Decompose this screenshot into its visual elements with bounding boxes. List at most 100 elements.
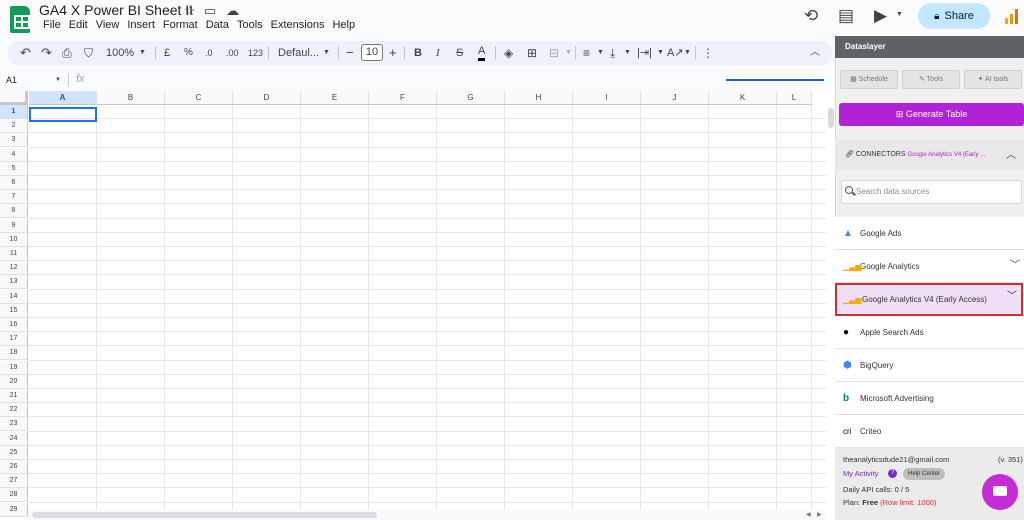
font-size-input[interactable]: 10 xyxy=(361,44,383,61)
menu-help[interactable]: Help xyxy=(328,19,359,31)
zoom-select[interactable]: 100% xyxy=(106,44,134,62)
sheets-logo-icon[interactable] xyxy=(10,6,30,33)
connector-microsoft-advertising[interactable]: b Microsoft Advertising xyxy=(835,382,1024,415)
row-header-28[interactable]: 28 xyxy=(0,488,28,503)
connectors-header[interactable]: 🔗︎ CONNECTORS Google Analytics V4 (Early… xyxy=(835,140,1024,170)
row-header-17[interactable]: 17 xyxy=(0,332,28,347)
print-icon[interactable]: ⎙ xyxy=(62,44,72,62)
row-header-22[interactable]: 22 xyxy=(0,403,28,418)
spreadsheet-grid[interactable] xyxy=(0,91,835,520)
increase-font-size-button[interactable]: + xyxy=(389,44,397,62)
chevron-down-icon[interactable]: ﹀ xyxy=(1010,249,1020,282)
row-header-13[interactable]: 13 xyxy=(0,275,28,290)
redo-icon[interactable]: ↷ xyxy=(41,44,52,62)
decrease-decimal-button[interactable]: .0 xyxy=(205,44,213,62)
number-format-button[interactable]: 123 xyxy=(248,44,263,62)
menu-view[interactable]: View xyxy=(92,19,124,31)
text-color-button[interactable]: A xyxy=(478,44,486,61)
meet-dropdown-icon[interactable]: ▼ xyxy=(896,11,903,18)
menu-format[interactable]: Format xyxy=(159,19,202,31)
menu-file[interactable]: File xyxy=(39,19,65,31)
connector-bigquery[interactable]: ⬢ BigQuery xyxy=(835,349,1024,382)
select-all-corner[interactable] xyxy=(0,91,28,105)
column-header-c[interactable]: C xyxy=(165,91,233,105)
row-header-1[interactable]: 1 xyxy=(0,105,28,119)
tab-tools[interactable]: ✎ Tools xyxy=(902,70,960,89)
cloud-status-icon[interactable]: ☁ xyxy=(226,3,239,19)
menu-data[interactable]: Data xyxy=(202,19,233,31)
fill-color-icon[interactable]: ◈ xyxy=(504,44,513,62)
row-header-11[interactable]: 11 xyxy=(0,247,28,261)
comments-icon[interactable]: ▤ xyxy=(838,6,854,26)
row-header-9[interactable]: 9 xyxy=(0,218,28,233)
row-header-2[interactable]: 2 xyxy=(0,119,28,134)
row-header-3[interactable]: 3 xyxy=(0,133,28,148)
row-header-20[interactable]: 20 xyxy=(0,374,28,389)
column-header-j[interactable]: J xyxy=(641,91,709,105)
tab-schedule[interactable]: ▦ Schedule xyxy=(840,70,898,89)
connector-apple-search-ads[interactable]: ● Apple Search Ads xyxy=(835,316,1024,349)
row-header-25[interactable]: 25 xyxy=(0,445,28,460)
star-icon[interactable]: ☆ xyxy=(184,3,196,19)
strikethrough-button[interactable]: S xyxy=(456,44,463,62)
text-rotation-icon[interactable]: A↗ xyxy=(667,44,684,62)
generate-table-button[interactable]: ⊞ Generate Table xyxy=(839,103,1024,126)
row-header-21[interactable]: 21 xyxy=(0,389,28,403)
column-header-f[interactable]: F xyxy=(369,91,437,105)
menu-tools[interactable]: Tools xyxy=(233,19,267,31)
formula-input[interactable] xyxy=(92,72,722,88)
row-header-4[interactable]: 4 xyxy=(0,147,28,162)
row-header-8[interactable]: 8 xyxy=(0,204,28,219)
horizontal-align-dropdown-icon[interactable]: ▼ xyxy=(597,44,604,62)
menu-insert[interactable]: Insert xyxy=(123,19,159,31)
merge-cells-icon[interactable]: ⊟ xyxy=(549,44,559,62)
connector-criteo[interactable]: cri Criteo xyxy=(835,415,1024,448)
help-icon[interactable]: ? xyxy=(888,469,897,478)
column-header-k[interactable]: K xyxy=(709,91,777,105)
connector-google-analytics-v4[interactable]: ▁▃▅ Google Analytics V4 (Early Access) ﹀ xyxy=(835,283,1023,316)
cell-reference-dropdown-icon[interactable]: ▼ xyxy=(55,77,61,83)
text-rotation-dropdown-icon[interactable]: ▼ xyxy=(684,44,691,62)
row-header-12[interactable]: 12 xyxy=(0,261,28,276)
chevron-down-icon[interactable]: ﹀ xyxy=(1007,282,1017,311)
percent-format-button[interactable]: % xyxy=(184,44,193,62)
more-options-icon[interactable]: ⋮ xyxy=(702,44,714,62)
row-header-24[interactable]: 24 xyxy=(0,431,28,446)
chevron-up-icon[interactable]: ︿ xyxy=(1006,146,1016,161)
row-header-7[interactable]: 7 xyxy=(0,190,28,205)
zoom-dropdown-icon[interactable]: ▼ xyxy=(139,44,146,62)
undo-icon[interactable]: ↶ xyxy=(20,44,31,62)
chat-bubble-icon[interactable] xyxy=(982,474,1018,510)
collapse-toolbar-icon[interactable]: ︿ xyxy=(810,44,820,62)
row-header-27[interactable]: 27 xyxy=(0,474,28,489)
row-header-23[interactable]: 23 xyxy=(0,417,28,432)
row-header-19[interactable]: 19 xyxy=(0,360,28,375)
currency-format-button[interactable]: £ xyxy=(164,44,170,62)
borders-icon[interactable]: ⊞ xyxy=(527,44,537,62)
tab-ai-tools[interactable]: ✦ AI tools xyxy=(964,70,1022,89)
paint-format-icon[interactable]: ⛉ xyxy=(84,44,93,62)
search-input[interactable]: Search data sources xyxy=(841,180,1022,204)
column-header-g[interactable]: G xyxy=(437,91,505,105)
row-header-6[interactable]: 6 xyxy=(0,176,28,190)
column-header-a[interactable]: A xyxy=(29,91,97,105)
column-header-l[interactable]: L xyxy=(777,91,812,105)
menu-extensions[interactable]: Extensions xyxy=(267,19,329,31)
vertical-align-dropdown-icon[interactable]: ▼ xyxy=(624,44,631,62)
increase-decimal-button[interactable]: .00 xyxy=(226,44,239,62)
document-title[interactable]: GA4 X Power BI Sheet II xyxy=(39,2,193,18)
column-header-d[interactable]: D xyxy=(233,91,301,105)
scroll-left-icon[interactable]: ◀ xyxy=(806,511,811,518)
menu-edit[interactable]: Edit xyxy=(65,19,92,31)
move-folder-icon[interactable]: ▭ xyxy=(204,3,216,19)
decrease-font-size-button[interactable]: − xyxy=(346,44,354,62)
row-header-15[interactable]: 15 xyxy=(0,303,28,318)
text-wrapping-dropdown-icon[interactable]: ▼ xyxy=(657,44,664,62)
text-wrapping-icon[interactable]: |⇥| xyxy=(637,44,652,62)
version-history-icon[interactable]: ⟲ xyxy=(804,6,818,26)
column-header-e[interactable]: E xyxy=(301,91,369,105)
row-header-16[interactable]: 16 xyxy=(0,318,28,332)
merge-dropdown-icon[interactable]: ▼ xyxy=(565,44,572,62)
italic-button[interactable]: I xyxy=(436,44,440,62)
font-select[interactable]: Defaul... xyxy=(278,44,319,62)
